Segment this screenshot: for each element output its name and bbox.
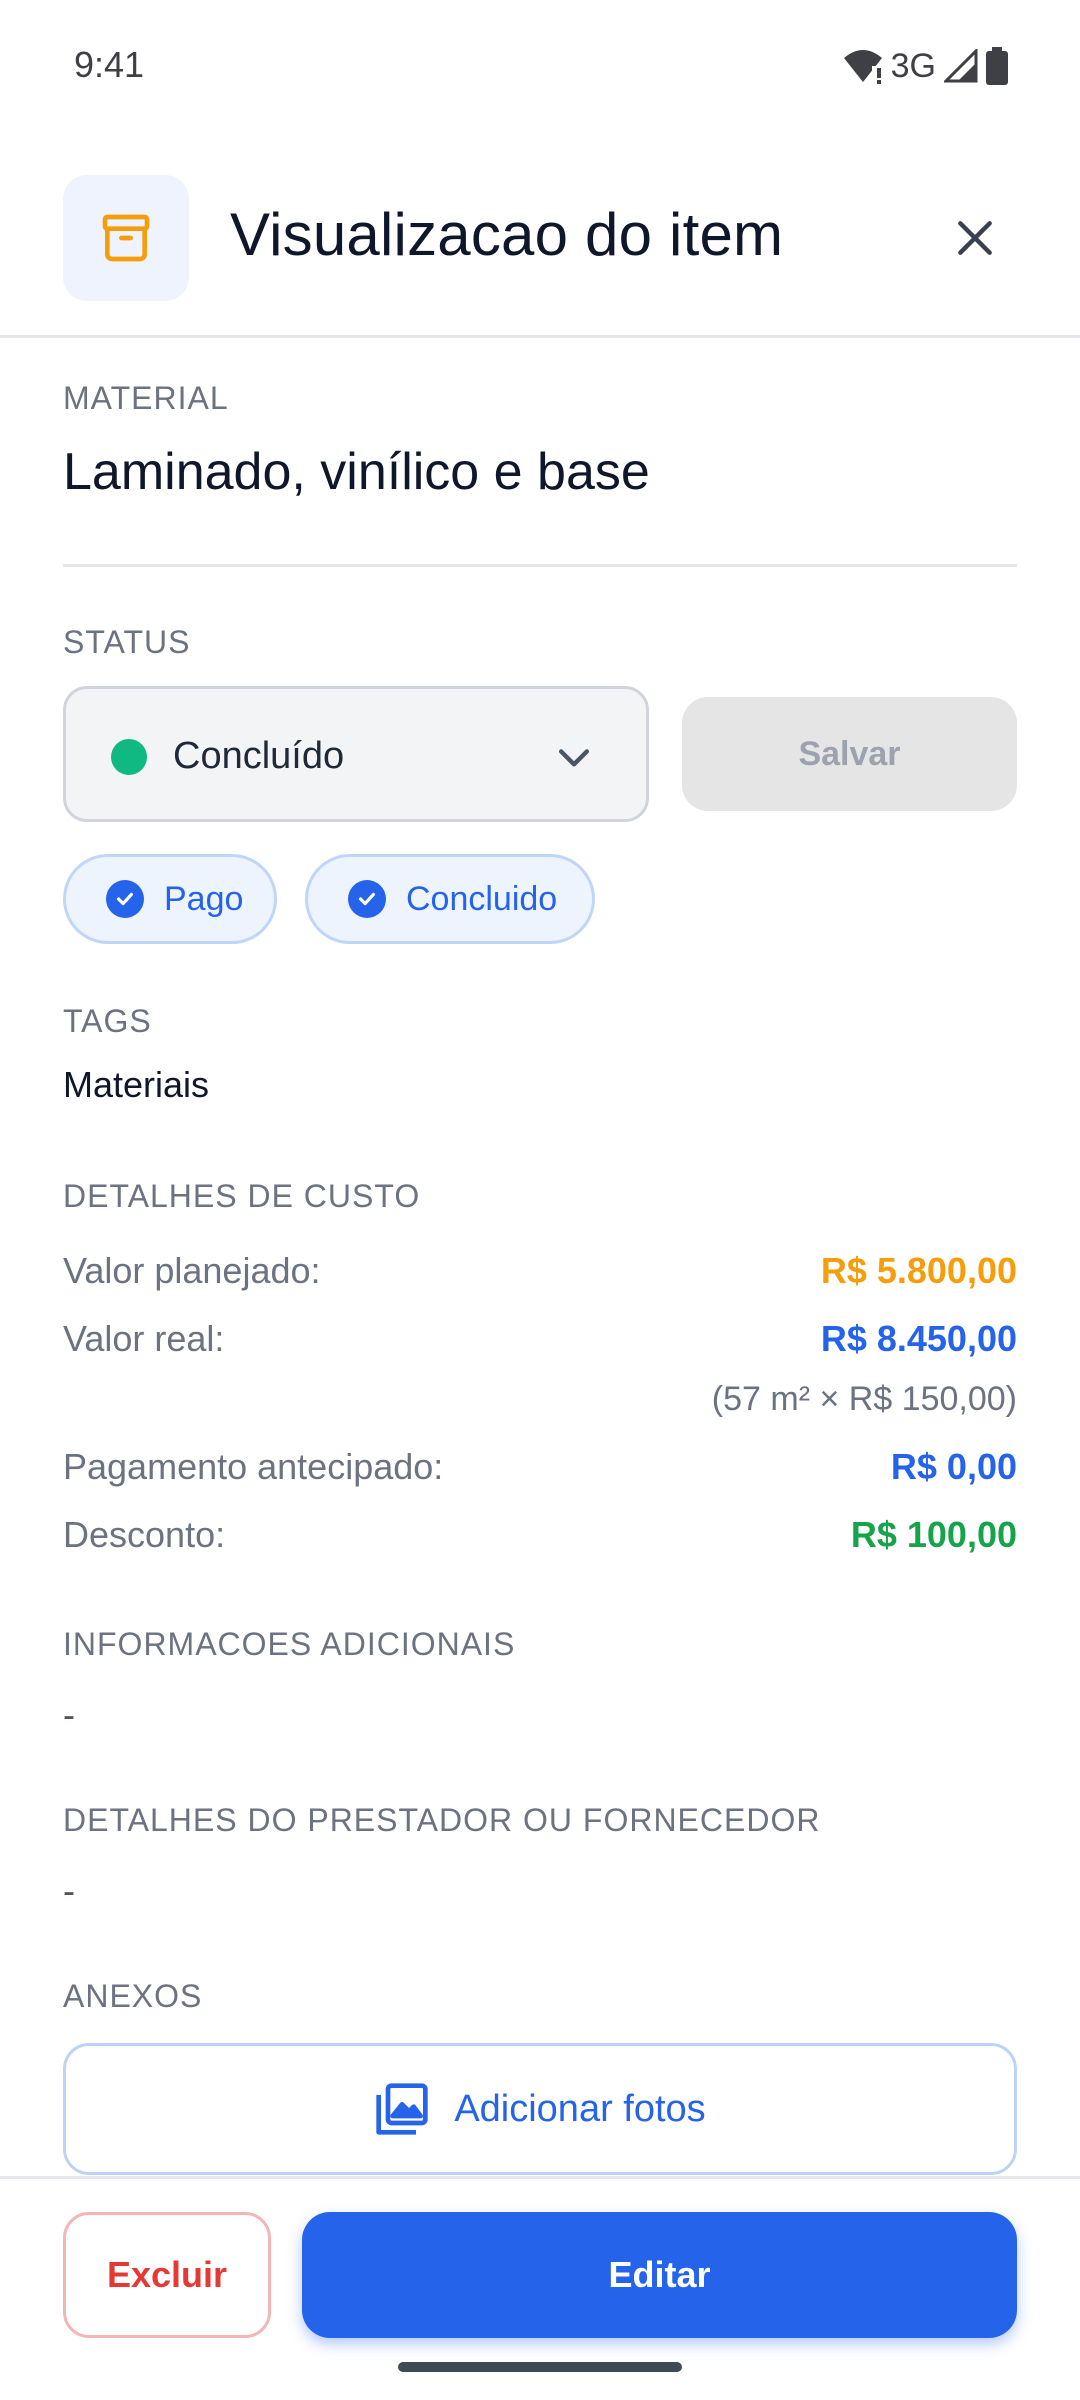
cost-key: Pagamento antecipado: <box>63 1446 444 1487</box>
cost-row-advance: Pagamento antecipado: R$ 0,00 <box>63 1446 1017 1496</box>
cost-key: Desconto: <box>63 1514 226 1555</box>
status-icons: 3G <box>843 44 1008 88</box>
chip-concluido[interactable]: Concluido <box>305 854 595 944</box>
archive-box-icon <box>102 214 150 262</box>
battery-icon <box>986 47 1008 85</box>
save-button[interactable]: Salvar <box>682 697 1017 811</box>
provider-value: - <box>63 1870 75 1911</box>
status-select[interactable]: Concluído <box>63 686 649 822</box>
signal-icon <box>944 49 978 83</box>
material-value: Laminado, vinílico e base <box>63 443 650 501</box>
cost-row-discount: Desconto: R$ 100,00 <box>63 1514 1017 1564</box>
cost-value: R$ 100,00 <box>850 1514 1017 1555</box>
add-photos-label: Adicionar fotos <box>454 2087 706 2130</box>
cost-value: R$ 0,00 <box>890 1446 1017 1487</box>
network-type: 3G <box>890 46 936 85</box>
cost-value: R$ 8.450,00 <box>820 1318 1017 1359</box>
wifi-icon <box>843 50 882 84</box>
status-label: STATUS <box>63 624 191 660</box>
tags-label: TAGS <box>63 1003 152 1039</box>
provider-label: DETALHES DO PRESTADOR OU FORNECEDOR <box>63 1802 821 1838</box>
cost-calculation-note: (57 m² × R$ 150,00) <box>711 1380 1017 1418</box>
home-indicator[interactable] <box>398 2362 682 2372</box>
chip-pago[interactable]: Pago <box>63 854 277 944</box>
cost-key: Valor planejado: <box>63 1250 321 1291</box>
add-photos-button[interactable]: Adicionar fotos <box>63 2043 1017 2175</box>
check-circle-icon <box>348 880 386 918</box>
cost-row-planned: Valor planejado: R$ 5.800,00 <box>63 1250 1017 1300</box>
divider <box>63 564 1017 567</box>
edit-button[interactable]: Editar <box>302 2212 1017 2338</box>
chip-label: Pago <box>164 879 244 918</box>
attachments-label: ANEXOS <box>63 1978 203 2014</box>
check-circle-icon <box>106 880 144 918</box>
close-button[interactable] <box>945 208 1005 268</box>
cost-details-label: DETALHES DE CUSTO <box>63 1178 421 1214</box>
status-time: 9:41 <box>74 44 145 85</box>
dialog-header: Visualizacao do item <box>0 130 1080 338</box>
cost-row-actual: Valor real: R$ 8.450,00 <box>63 1318 1017 1368</box>
item-icon-box <box>63 175 189 301</box>
tags-value: Materiais <box>63 1064 210 1105</box>
chip-label: Concluido <box>406 879 558 918</box>
page-title: Visualizacao do item <box>230 201 784 268</box>
material-label: MATERIAL <box>63 380 229 416</box>
close-icon <box>958 221 992 255</box>
status-selected-value: Concluído <box>173 735 345 777</box>
chevron-down-icon <box>558 749 590 767</box>
additional-info-label: INFORMACOES ADICIONAIS <box>63 1626 516 1662</box>
cost-key: Valor real: <box>63 1318 225 1359</box>
delete-button[interactable]: Excluir <box>63 2212 271 2338</box>
additional-info-value: - <box>63 1694 75 1735</box>
status-bar: 9:41 3G <box>0 0 1080 130</box>
status-indicator-dot <box>111 739 147 775</box>
photo-library-icon <box>376 2083 428 2135</box>
cost-value: R$ 5.800,00 <box>820 1250 1017 1291</box>
